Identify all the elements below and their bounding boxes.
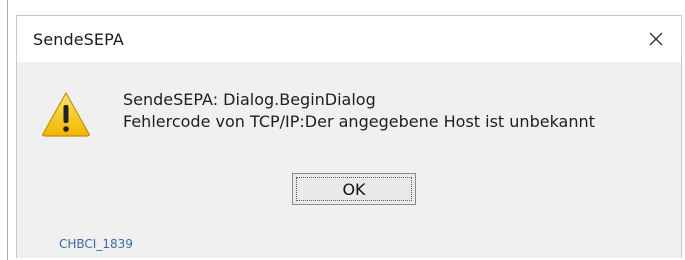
message-text: SendeSEPA: Dialog.BeginDialog Fehlercode…	[123, 89, 595, 133]
dialog-title: SendeSEPA	[33, 30, 124, 49]
warning-icon	[42, 92, 90, 137]
background-window-edge	[0, 0, 14, 260]
window-border-line	[7, 0, 8, 260]
ok-button[interactable]: OK	[292, 173, 416, 205]
message-line-1: SendeSEPA: Dialog.BeginDialog	[123, 90, 376, 109]
message-line-2: Fehlercode von TCP/IP:Der angegebene Hos…	[123, 112, 595, 131]
message-dialog: SendeSEPA SendeSEPA: Dialog.BeginDialog …	[16, 15, 682, 258]
dialog-titlebar[interactable]: SendeSEPA	[17, 16, 681, 62]
close-button[interactable]	[639, 22, 673, 56]
ok-button-label: OK	[342, 179, 366, 199]
error-code-label: CHBCI_1839	[59, 237, 133, 251]
close-icon	[649, 32, 663, 46]
dialog-body: SendeSEPA: Dialog.BeginDialog Fehlercode…	[17, 62, 681, 258]
